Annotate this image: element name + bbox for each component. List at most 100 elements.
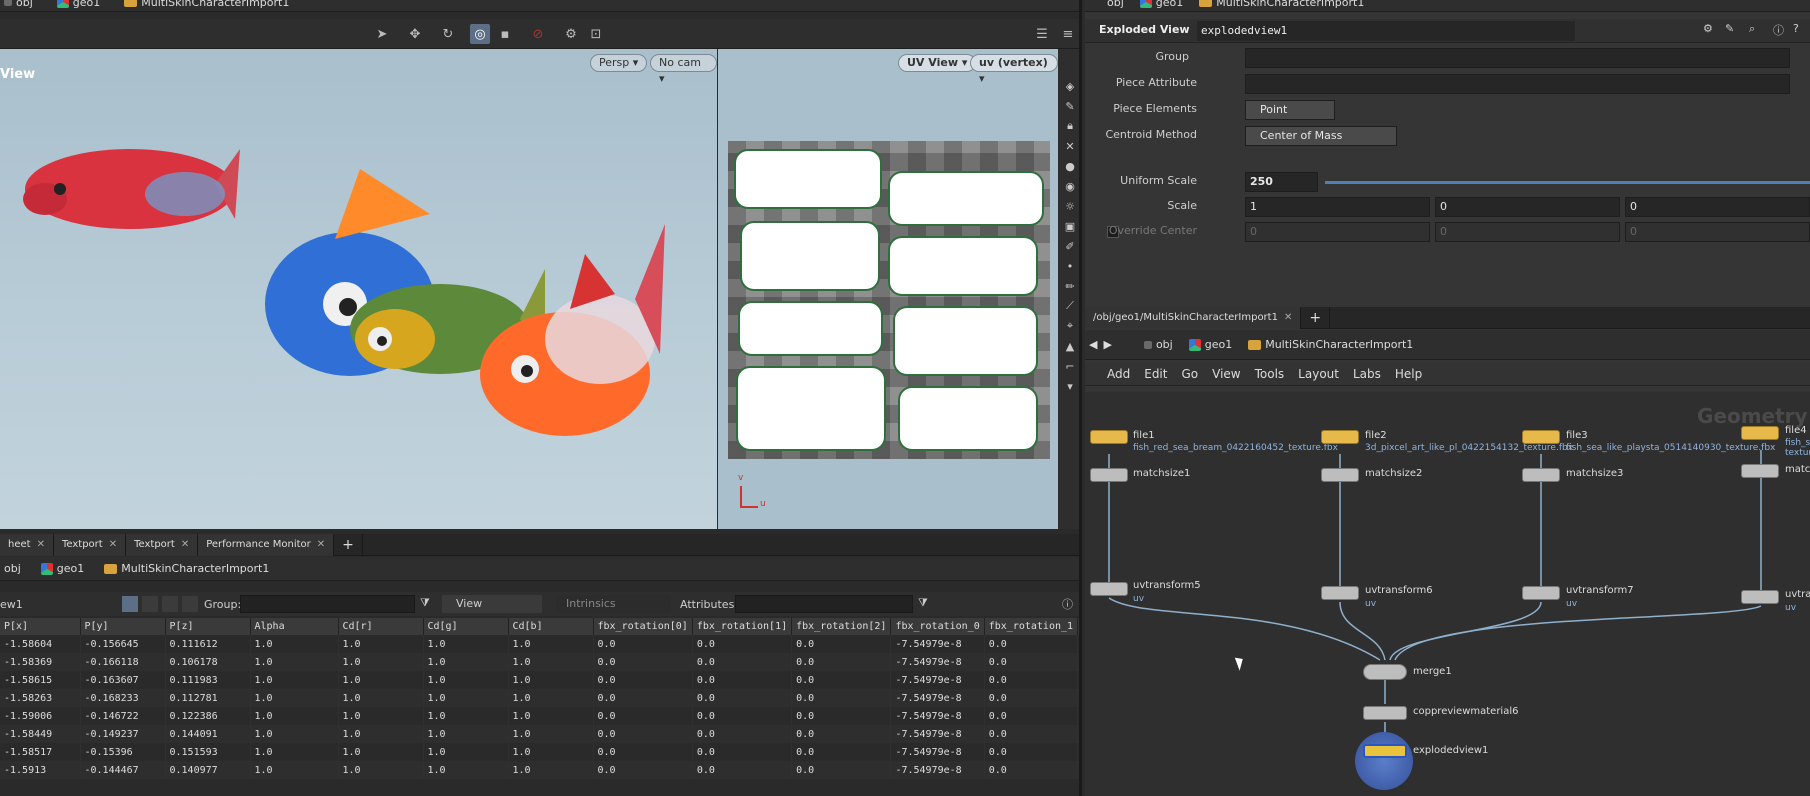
node-matchsize1[interactable] xyxy=(1090,468,1128,482)
chevron-down-icon[interactable]: ▾ xyxy=(1063,379,1077,393)
forward-icon[interactable]: ▶ xyxy=(1103,338,1111,351)
pencil-icon[interactable]: ✏ xyxy=(1063,279,1077,293)
scale-y-field[interactable]: 0 xyxy=(1435,197,1620,217)
menu-tools[interactable]: Tools xyxy=(1255,367,1285,381)
node-matchsize3[interactable] xyxy=(1522,468,1560,482)
intrinsics-dropdown[interactable]: Intrinsics xyxy=(556,595,671,613)
menu-help[interactable]: Help xyxy=(1395,367,1422,381)
table-row[interactable]: -1.58263 -0.168233 0.112781 1.0 1.0 1.0 1.0 0.0… xyxy=(0,689,1079,707)
path-geo[interactable]: geo1 xyxy=(1188,338,1232,351)
layout-icon[interactable]: ☰ xyxy=(1032,24,1052,44)
snap-icon[interactable]: ◎ xyxy=(470,24,490,44)
table-row[interactable]: -1.58517 -0.15396 0.151593 1.0 1.0 1.0 1.0 0.0 0… xyxy=(0,743,1079,761)
column-header[interactable]: fbx_rotati xyxy=(1077,618,1079,635)
view-dropdown[interactable]: View xyxy=(442,595,542,613)
target-icon[interactable]: ◉ xyxy=(1063,179,1077,193)
table-row[interactable]: -1.58449 -0.149237 0.144091 1.0 1.0 1.0 1.0 0.0… xyxy=(0,725,1079,743)
path-node[interactable]: MultiSkinCharacterImport1 xyxy=(124,0,289,9)
piece-attribute-field[interactable] xyxy=(1245,74,1790,94)
perspective-viewport[interactable]: View Persp ▾ No cam ▾ xyxy=(0,49,717,529)
uv-attribute-menu[interactable]: uv (vertex) ▾ xyxy=(970,54,1058,85)
gear-icon[interactable]: ⚙ xyxy=(561,24,581,44)
path-obj[interactable]: obj xyxy=(4,562,21,575)
table-row[interactable]: -1.58604 -0.156645 0.111612 1.0 1.0 1.0 1.0 0.0… xyxy=(0,635,1079,653)
camera-icon[interactable]: ⊡ xyxy=(586,24,606,44)
view-icon[interactable]: ◈ xyxy=(1063,79,1077,93)
menu-view[interactable]: View xyxy=(1212,367,1240,381)
stroke-icon[interactable]: ⟋ xyxy=(1063,299,1077,313)
table-row[interactable]: -1.5913 -0.144467 0.140977 1.0 1.0 1.0 1.0 0.0 0… xyxy=(0,761,1079,779)
gear-icon[interactable]: ⚙ xyxy=(1703,22,1713,35)
path-obj[interactable]: obj xyxy=(4,0,33,9)
centroid-method-menu[interactable]: Center of Mass xyxy=(1245,126,1397,146)
scale-x-field[interactable]: 1 xyxy=(1245,197,1430,217)
ruler-icon[interactable]: ⌐ xyxy=(1063,359,1077,373)
back-icon[interactable]: ◀ xyxy=(1089,338,1097,351)
scale-z-field[interactable]: 0 xyxy=(1625,197,1810,217)
close-icon[interactable]: ✕ xyxy=(1063,139,1077,153)
filter-icon[interactable]: ⧩ xyxy=(420,596,430,610)
menu-add[interactable]: Add xyxy=(1107,367,1130,381)
path-node[interactable]: MultiSkinCharacterImport1 xyxy=(104,562,269,575)
rotate-tool-icon[interactable]: ↻ xyxy=(438,24,458,44)
node-uvtransform5[interactable] xyxy=(1090,582,1128,596)
measure-icon[interactable]: ⌖ xyxy=(1063,319,1077,333)
node-file4[interactable] xyxy=(1741,426,1779,440)
filter-icon[interactable]: ⧩ xyxy=(918,596,928,610)
close-icon[interactable]: ✕ xyxy=(317,539,325,550)
node-matchsize2[interactable] xyxy=(1321,468,1359,482)
tab-textport[interactable]: Textport ✕ xyxy=(53,533,127,556)
node-name-field[interactable]: explodedview1 xyxy=(1197,21,1575,41)
node-uvtransform6[interactable] xyxy=(1321,586,1359,600)
lock-icon[interactable]: 🔒︎ xyxy=(1063,119,1077,133)
network-editor[interactable]: Geometry file1 fish_red_sea_bream_042216… xyxy=(1085,392,1810,796)
close-icon[interactable]: ✕ xyxy=(1284,312,1292,323)
tab-spreadsheet[interactable]: heet ✕ xyxy=(0,533,54,556)
path-node[interactable]: MultiSkinCharacterImport1 xyxy=(1248,338,1413,351)
light-icon[interactable]: ☼ xyxy=(1063,199,1077,213)
tab-textport-2[interactable]: Textport ✕ xyxy=(126,533,199,556)
camera-icon[interactable]: ▣ xyxy=(1063,219,1077,233)
help-icon[interactable]: ⓘ xyxy=(1062,596,1073,612)
close-icon[interactable]: ✕ xyxy=(181,539,189,550)
column-header[interactable]: Cd[g] xyxy=(423,618,509,635)
node-file3[interactable] xyxy=(1522,430,1560,444)
path-node[interactable]: MultiSkinCharacterImport1 xyxy=(1199,0,1364,9)
vertices-mode-icon[interactable] xyxy=(142,596,158,612)
group-input[interactable] xyxy=(240,595,415,613)
menu-go[interactable]: Go xyxy=(1181,367,1198,381)
column-header[interactable]: P[y] xyxy=(80,618,166,635)
column-header[interactable]: Cd[r] xyxy=(338,618,424,635)
column-header[interactable]: fbx_rotation_1 xyxy=(984,618,1079,635)
paint-icon[interactable]: ▲ xyxy=(1063,339,1077,353)
sphere-icon[interactable]: ● xyxy=(1063,159,1077,173)
uniform-scale-field[interactable]: 250 xyxy=(1245,172,1318,192)
node-file1[interactable] xyxy=(1090,430,1128,444)
menu-edit[interactable]: Edit xyxy=(1144,367,1167,381)
column-header[interactable]: fbx_rotation[2] xyxy=(791,618,892,635)
node-file2[interactable] xyxy=(1321,430,1359,444)
dot-icon[interactable]: • xyxy=(1063,259,1077,273)
node-uvtransform7[interactable] xyxy=(1522,586,1560,600)
node-matchsize4[interactable] xyxy=(1741,464,1779,478)
geometry-spreadsheet[interactable]: P[x] P[y] P[z] Alpha Cd[r] Cd[g] Cd[b] fbx_rota… xyxy=(0,618,1079,796)
uv-viewport[interactable]: UV View ▾ uv (vertex) ▾ v u xyxy=(718,49,1058,529)
node-uvtransform8[interactable] xyxy=(1741,590,1779,604)
menu-labs[interactable]: Labs xyxy=(1353,367,1381,381)
path-geo[interactable]: geo1 xyxy=(56,0,100,9)
search-icon[interactable]: ⌕ xyxy=(1749,22,1755,36)
viewer-menu-icon[interactable]: ≡ xyxy=(1058,24,1078,44)
attributes-input[interactable] xyxy=(735,595,913,613)
uv-view-menu[interactable]: UV View ▾ xyxy=(898,54,977,72)
detail-mode-icon[interactable] xyxy=(182,596,198,612)
path-geo[interactable]: geo1 xyxy=(40,562,84,575)
select-tool-icon[interactable]: ➤ xyxy=(372,24,392,44)
column-header[interactable]: fbx_rotation_0 xyxy=(890,618,985,635)
node-merge1[interactable] xyxy=(1363,664,1407,680)
path-obj[interactable]: obj xyxy=(1107,0,1124,9)
primitives-mode-icon[interactable] xyxy=(162,596,178,612)
node-explodedview1[interactable] xyxy=(1363,744,1407,758)
info-icon[interactable]: ⓘ xyxy=(1773,22,1784,38)
display-icon[interactable]: ▪ xyxy=(495,24,515,44)
group-field[interactable] xyxy=(1245,48,1790,68)
